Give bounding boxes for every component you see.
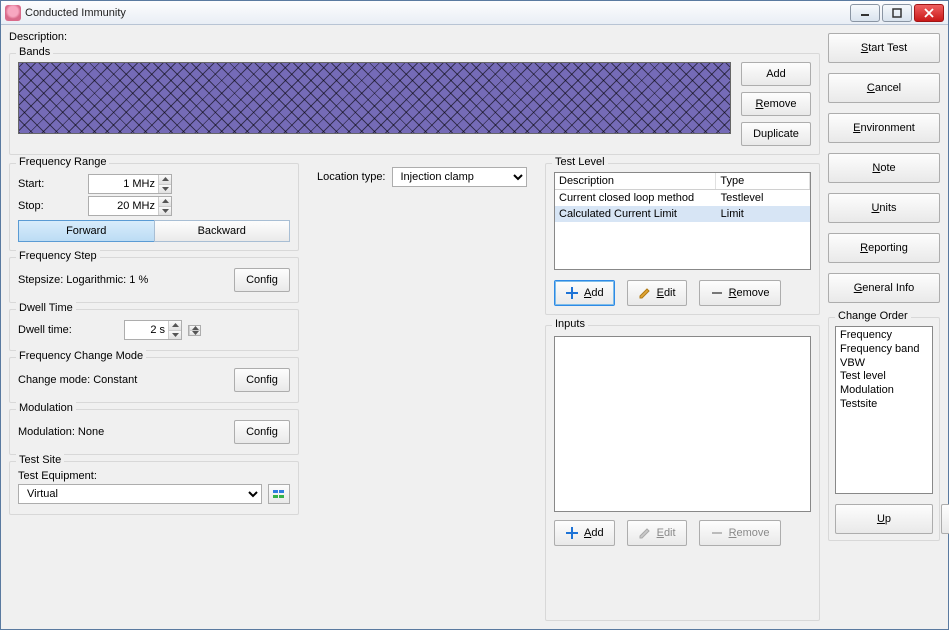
minus-icon [710,286,724,300]
list-item[interactable]: Frequency band [840,343,928,357]
inputs-list[interactable] [554,336,811,512]
change-order-group: Change Order Frequency Frequency band VB… [828,317,940,541]
pencil-icon [638,286,652,300]
fcm-config-button[interactable]: Config [234,368,290,392]
minus-icon [710,526,724,540]
dwell-unit-spinner[interactable] [168,321,181,339]
test-equipment-label: Test Equipment: [18,470,290,482]
change-order-list[interactable]: Frequency Frequency band VBW Test level … [835,326,933,494]
location-type-select[interactable]: Injection clamp [392,167,528,187]
stop-spinner[interactable] [158,197,171,215]
bands-remove-button[interactable]: Remove [741,92,811,116]
test-level-col-description: Description [555,173,716,189]
frequency-step-group: Frequency Step Stepsize: Logarithmic: 1 … [9,257,299,303]
modulation-summary: Modulation: None [18,426,104,438]
test-equipment-select[interactable]: Virtual [18,484,262,504]
table-row[interactable]: Current closed loop method Testlevel [555,190,810,206]
list-item[interactable]: Test level [840,370,928,384]
modulation-group: Modulation Modulation: None Config [9,409,299,455]
environment-button[interactable]: Environment [828,113,940,143]
stop-label: Stop: [18,200,82,212]
list-item[interactable]: Modulation [840,384,928,398]
test-equipment-browse-button[interactable] [268,484,290,504]
test-level-add-button[interactable]: Add [554,280,615,306]
list-item[interactable]: Frequency [840,329,928,343]
dwell-time-group: Dwell Time Dwell time: [9,309,299,351]
close-button[interactable] [914,4,944,22]
titlebar: Conducted Immunity [1,1,948,25]
general-info-button[interactable]: General Info [828,273,940,303]
freq-step-summary: Stepsize: Logarithmic: 1 % [18,274,148,286]
fcm-summary: Change mode: Constant [18,374,137,386]
cancel-button[interactable]: Cancel [828,73,940,103]
minimize-button[interactable] [850,4,880,22]
change-order-up-button[interactable]: Up [835,504,933,534]
change-order-down-button[interactable]: Down [941,504,949,534]
bands-legend: Bands [16,46,53,58]
test-level-edit-button[interactable]: Edit [627,280,687,306]
start-label: Start: [18,178,82,190]
note-button[interactable]: Note [828,153,940,183]
table-row[interactable]: Calculated Current Limit Limit [555,206,810,222]
pencil-icon [638,526,652,540]
bands-add-button[interactable]: Add [741,62,811,86]
location-type-label: Location type: [317,171,386,183]
app-icon [5,5,21,21]
forward-toggle[interactable]: Forward [18,220,154,242]
inputs-group: Inputs Add Edit [545,325,820,621]
frequency-change-mode-group: Frequency Change Mode Change mode: Const… [9,357,299,403]
frequency-range-group: Frequency Range Start: [9,163,299,251]
inputs-remove-button: Remove [699,520,781,546]
inputs-edit-button: Edit [627,520,687,546]
test-level-group: Test Level Description Type Current clos… [545,163,820,315]
backward-toggle[interactable]: Backward [154,220,291,242]
reporting-button[interactable]: Reporting [828,233,940,263]
freq-step-config-button[interactable]: Config [234,268,290,292]
inputs-add-button[interactable]: Add [554,520,615,546]
test-site-group: Test Site Test Equipment: Virtual [9,461,299,515]
plus-icon [565,526,579,540]
test-level-table[interactable]: Description Type Current closed loop met… [554,172,811,270]
window: Conducted Immunity Description: Bands Ad… [0,0,949,630]
start-test-button[interactable]: Start Test [828,33,940,63]
test-level-remove-button[interactable]: Remove [699,280,781,306]
dwell-value-spinner[interactable] [188,325,201,336]
bands-duplicate-button[interactable]: Duplicate [741,122,811,146]
plus-icon [565,286,579,300]
list-item[interactable]: VBW [840,357,928,371]
test-level-col-type: Type [716,173,810,189]
bands-canvas[interactable] [18,62,731,134]
units-button[interactable]: Units [828,193,940,223]
sidebar: Start Test Cancel Environment Note Units… [828,31,940,621]
modulation-config-button[interactable]: Config [234,420,290,444]
content: Description: Bands Add Remove Duplicate … [1,25,948,629]
maximize-button[interactable] [882,4,912,22]
bands-group: Bands Add Remove Duplicate [9,53,820,155]
dwell-label: Dwell time: [18,324,118,336]
list-item[interactable]: Testsite [840,398,928,412]
description-label: Description: [9,31,820,43]
window-title: Conducted Immunity [25,7,850,19]
start-spinner[interactable] [158,175,171,193]
